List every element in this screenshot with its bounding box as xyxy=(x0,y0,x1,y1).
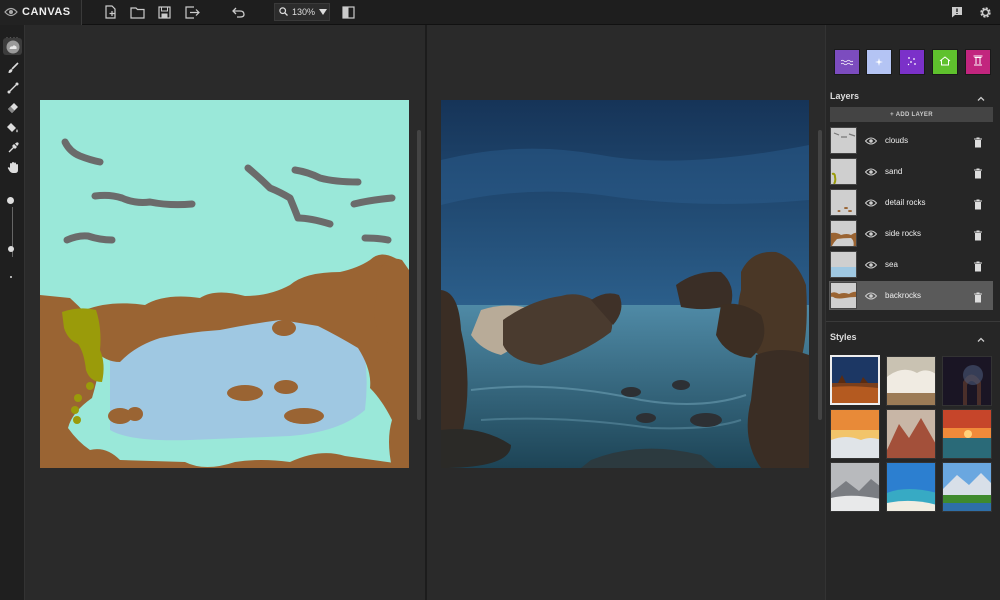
pan-hand-icon[interactable] xyxy=(3,159,22,176)
layer-row-side-rocks[interactable]: side rocks xyxy=(829,219,993,248)
style-thumbnail[interactable] xyxy=(830,355,880,405)
layer-name: detail rocks xyxy=(885,198,926,207)
nvidia-logo-icon xyxy=(0,0,22,25)
right-canvas-scrollbar[interactable] xyxy=(818,130,822,420)
zoom-value: 130% xyxy=(292,7,316,17)
export-icon[interactable] xyxy=(184,4,200,20)
style-thumbnail[interactable] xyxy=(886,356,936,406)
material-water[interactable] xyxy=(834,49,860,75)
trash-icon[interactable] xyxy=(973,135,983,148)
section-divider xyxy=(826,321,1000,322)
layer-thumbnail xyxy=(830,251,857,278)
trash-icon[interactable] xyxy=(973,166,983,179)
styles-collapse-chevron-up-icon[interactable] xyxy=(976,332,986,342)
segmentation-drawing xyxy=(40,138,409,468)
material-structure[interactable] xyxy=(965,49,991,75)
layers-collapse-chevron-up-icon[interactable] xyxy=(976,91,986,101)
generated-image xyxy=(441,100,809,468)
fill-icon[interactable] xyxy=(3,119,22,136)
add-layer-button[interactable]: + ADD LAYER xyxy=(830,107,993,122)
generated-landscape xyxy=(441,100,809,468)
style-thumbnail[interactable] xyxy=(830,409,880,459)
new-file-icon[interactable] xyxy=(102,4,118,20)
material-stars[interactable] xyxy=(899,49,925,75)
style-thumbnail[interactable] xyxy=(886,462,936,512)
waves-icon xyxy=(840,53,854,71)
sparkle-icon xyxy=(875,53,883,71)
layer-row-backrocks[interactable]: backrocks xyxy=(829,281,993,310)
styles-section-title: Styles xyxy=(830,332,857,342)
eye-icon[interactable] xyxy=(865,260,877,270)
layers-section-title: Layers xyxy=(830,91,860,101)
layer-thumbnail xyxy=(830,158,857,185)
split-view-icon[interactable] xyxy=(340,4,356,20)
material-building[interactable] xyxy=(932,49,958,75)
brush-size-handle[interactable] xyxy=(8,246,14,252)
style-thumbnail[interactable] xyxy=(942,462,992,512)
brush-size-min-dot xyxy=(10,276,12,278)
trash-icon[interactable] xyxy=(973,290,983,303)
layer-row-detail-rocks[interactable]: detail rocks xyxy=(829,188,993,217)
pillar-icon xyxy=(973,53,983,71)
layer-thumbnail xyxy=(830,127,857,154)
trash-icon[interactable] xyxy=(973,259,983,272)
feedback-icon[interactable] xyxy=(949,4,965,20)
style-thumbnail[interactable] xyxy=(830,462,880,512)
style-thumbnail[interactable] xyxy=(942,356,992,406)
trash-icon[interactable] xyxy=(973,197,983,210)
material-sky[interactable] xyxy=(866,49,892,75)
layer-thumbnail xyxy=(830,189,857,216)
brush-icon[interactable] xyxy=(3,59,22,76)
eye-icon[interactable] xyxy=(865,198,877,208)
brush-size-max-dot xyxy=(7,197,14,204)
segmentation-canvas[interactable] xyxy=(40,100,409,468)
layer-thumbnail xyxy=(830,282,857,309)
open-folder-icon[interactable] xyxy=(129,4,145,20)
layer-name: sand xyxy=(885,167,903,176)
eye-icon[interactable] xyxy=(865,229,877,239)
top-toolbar: CANVAS 130% xyxy=(0,0,1000,25)
left-canvas-scrollbar[interactable] xyxy=(417,130,421,420)
settings-icon[interactable] xyxy=(977,4,993,20)
panel-divider[interactable] xyxy=(425,25,427,600)
line-icon[interactable] xyxy=(3,79,22,96)
layer-name: sea xyxy=(885,260,898,269)
style-thumbnail[interactable] xyxy=(942,409,992,459)
app-title: CANVAS xyxy=(22,6,71,18)
chevron-down-icon xyxy=(319,7,328,17)
tool-palette xyxy=(0,25,25,600)
material-icon[interactable] xyxy=(3,38,22,55)
layer-name: clouds xyxy=(885,136,909,145)
house-icon xyxy=(939,53,951,71)
trash-icon[interactable] xyxy=(973,228,983,241)
eraser-icon[interactable] xyxy=(3,99,22,116)
layer-row-sand[interactable]: sand xyxy=(829,157,993,186)
save-icon[interactable] xyxy=(156,4,172,20)
style-thumbnail[interactable] xyxy=(886,409,936,459)
app-window: CANVAS 130% Layers + ADD LAYER clouds sa… xyxy=(0,0,1000,600)
zoom-control[interactable]: 130% xyxy=(274,3,330,21)
undo-icon[interactable] xyxy=(230,4,246,20)
layer-name: backrocks xyxy=(885,291,922,300)
eye-icon[interactable] xyxy=(865,136,877,146)
layer-row-sea[interactable]: sea xyxy=(829,250,993,279)
layer-name: side rocks xyxy=(885,229,922,238)
brand: CANVAS xyxy=(0,0,82,25)
eyedropper-icon[interactable] xyxy=(3,139,22,156)
eye-icon[interactable] xyxy=(865,291,877,301)
layer-row-clouds[interactable]: clouds xyxy=(829,126,993,155)
search-icon xyxy=(279,6,288,18)
dots-icon xyxy=(907,53,917,71)
eye-icon[interactable] xyxy=(865,167,877,177)
layer-thumbnail xyxy=(830,220,857,247)
